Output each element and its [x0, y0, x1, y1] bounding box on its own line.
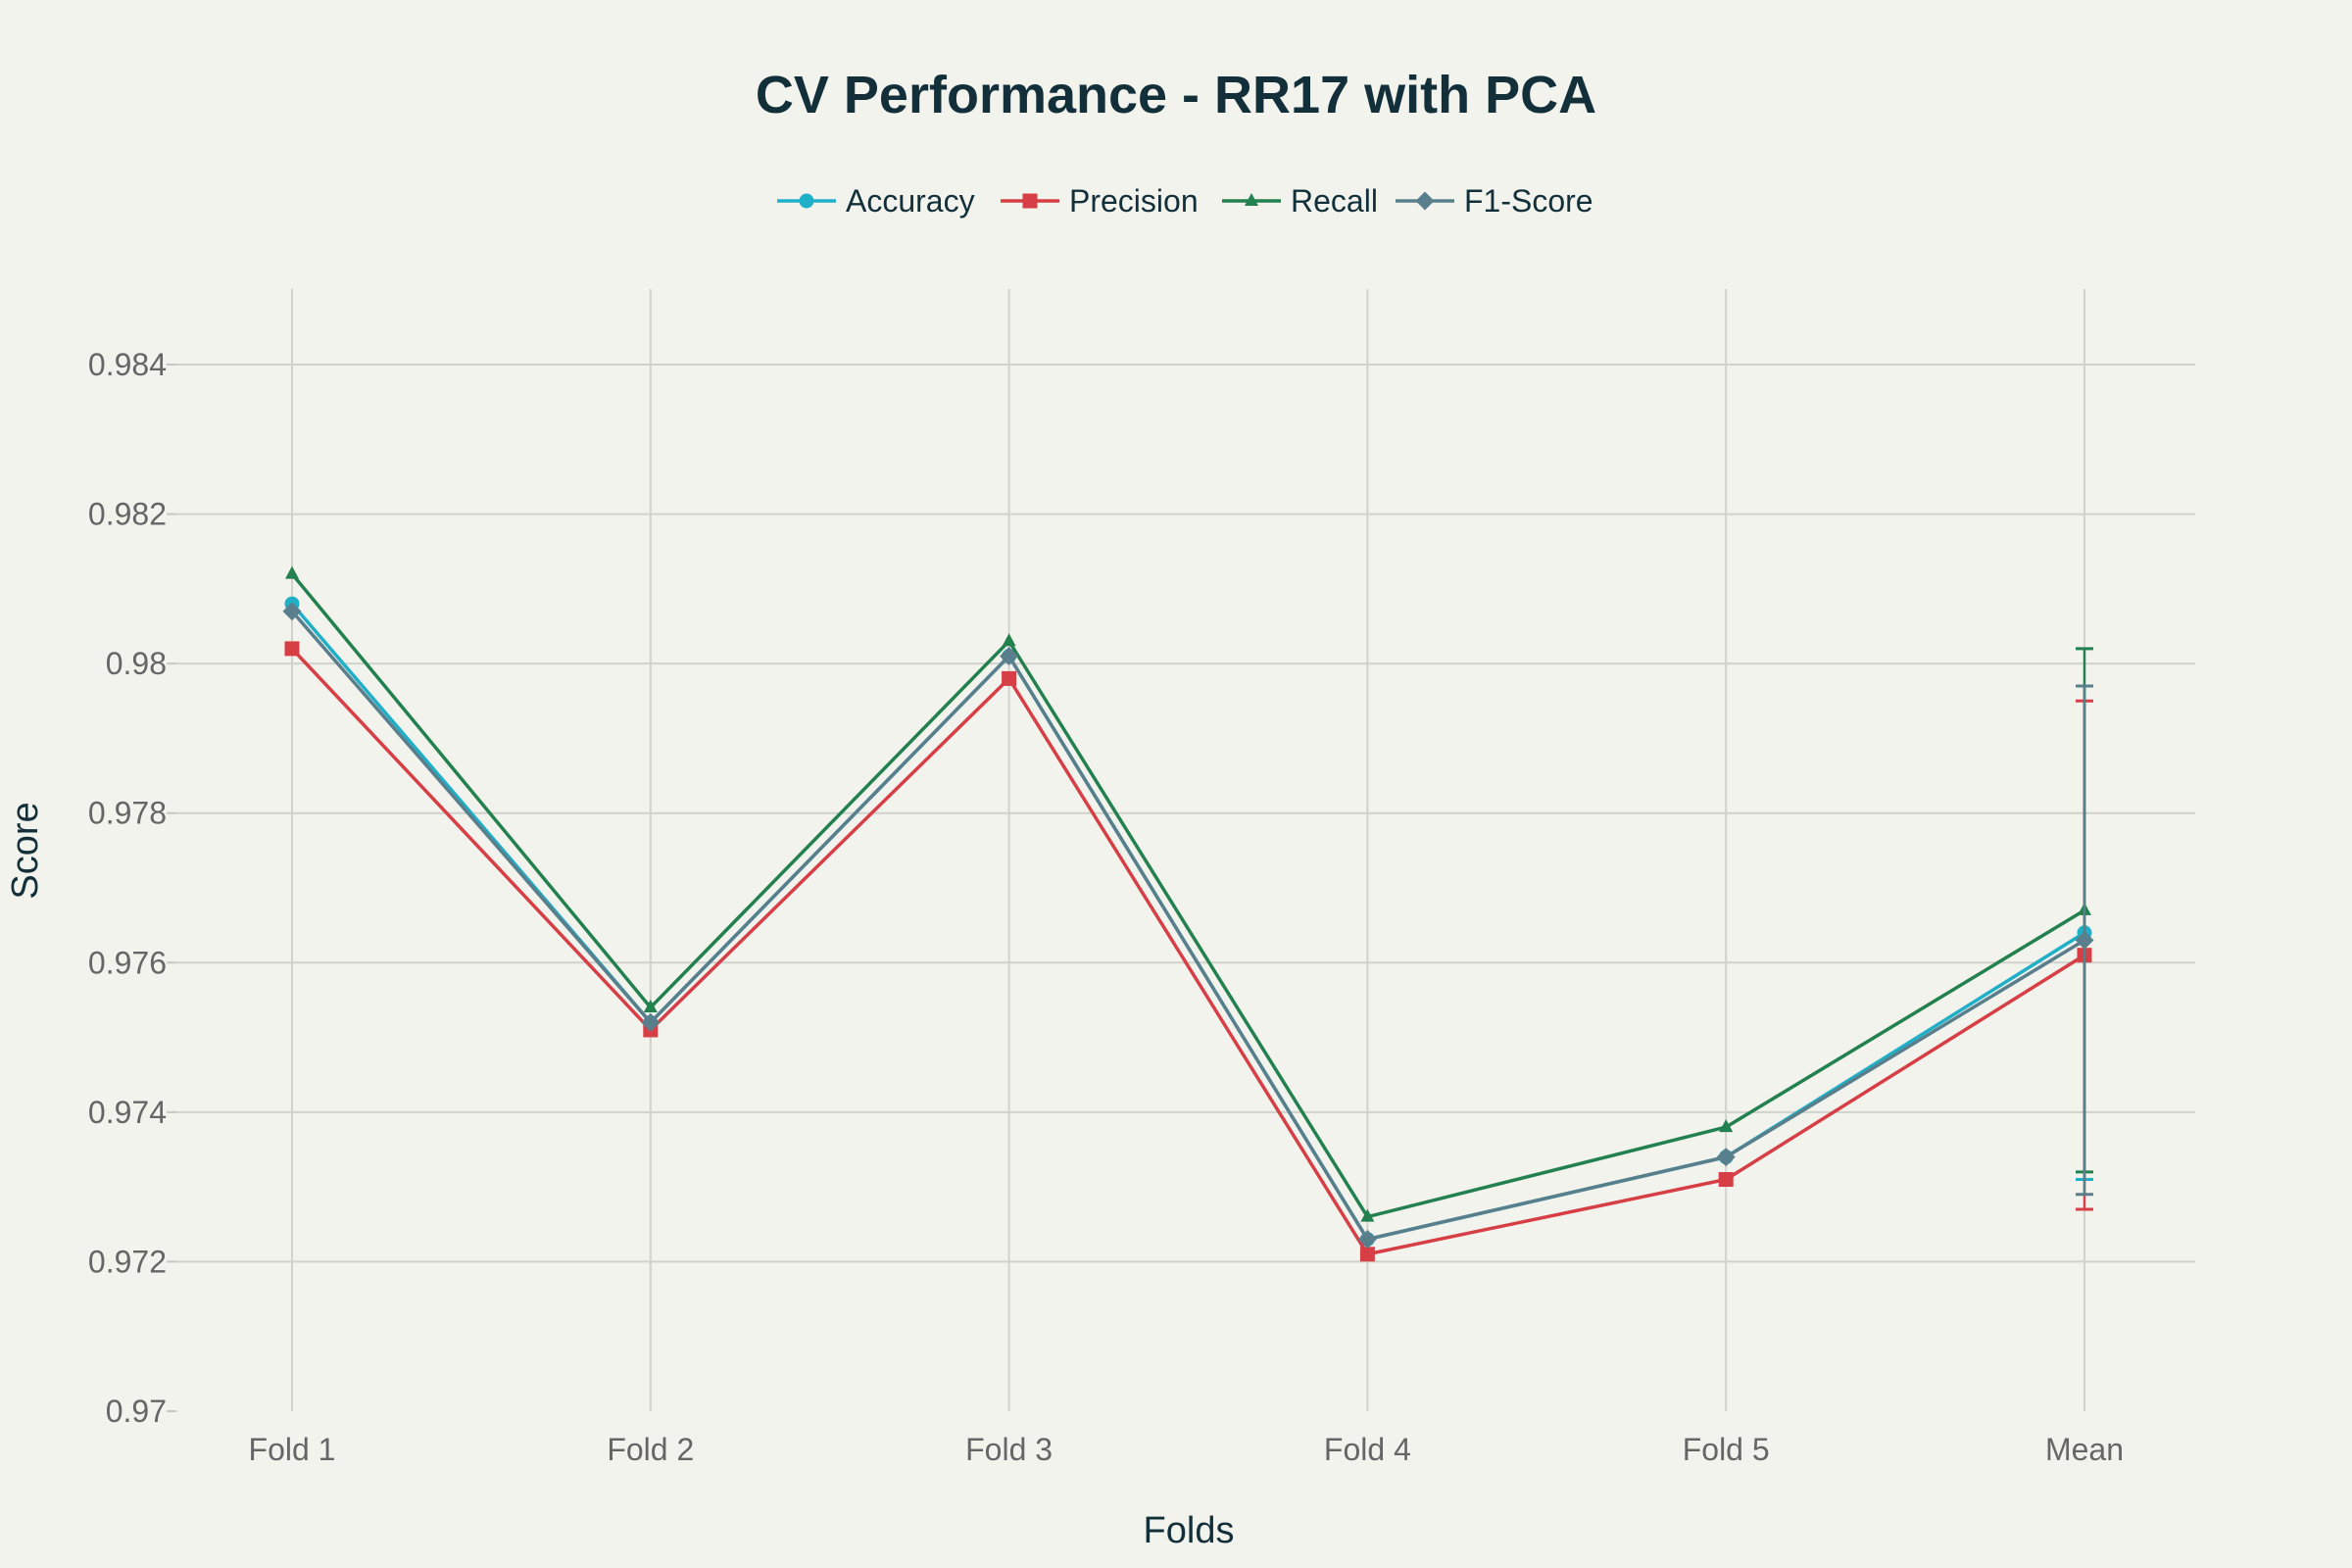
data-point [1002, 633, 1016, 647]
x-tick-label: Mean [2045, 1432, 2124, 1467]
x-tick-label: Fold 4 [1324, 1432, 1411, 1467]
x-tick-label: Fold 1 [249, 1432, 336, 1467]
series-line [290, 572, 2085, 1219]
x-tick-label: Fold 2 [607, 1432, 694, 1467]
series-accuracy [284, 596, 2093, 1248]
data-point [285, 565, 299, 579]
y-tick-label: 0.982 [88, 497, 167, 532]
series-line [290, 647, 2085, 1256]
y-tick-label: 0.978 [88, 796, 167, 831]
legend-marker [799, 193, 814, 209]
legend-label: F1-Score [1464, 183, 1593, 219]
legend-label: Accuracy [846, 183, 975, 219]
legend-item-precision[interactable]: Precision [1001, 183, 1199, 219]
x-tick-label: Fold 5 [1683, 1432, 1770, 1467]
y-axis-title: Score [5, 802, 46, 899]
legend-marker [1415, 191, 1435, 211]
data-point [1002, 670, 1017, 686]
legend-label: Recall [1291, 183, 1378, 219]
y-axis-ticks: 0.97 0.972 0.974 0.976 0.978 0.98 0.982 0.984 [88, 347, 167, 1429]
y-tick-label: 0.98 [106, 646, 167, 681]
legend: Accuracy Precision Recall F1-Score [777, 183, 1593, 219]
data-point [1718, 1172, 1734, 1188]
grid [167, 289, 2195, 1412]
line-chart: CV Performance - RR17 with PCA Accuracy P… [5, 66, 2195, 1551]
legend-item-f1-score[interactable]: F1-Score [1396, 183, 1593, 219]
y-tick-label: 0.97 [106, 1394, 167, 1429]
chart-root: CV Performance - RR17 with PCA Accuracy P… [0, 0, 2352, 1568]
legend-item-accuracy[interactable]: Accuracy [777, 183, 975, 219]
legend-marker [1022, 193, 1038, 209]
y-tick-label: 0.984 [88, 347, 167, 382]
x-axis-title: Folds [1144, 1510, 1235, 1551]
series-line [290, 610, 2085, 1242]
y-tick-label: 0.974 [88, 1095, 167, 1130]
series-layer [282, 565, 2094, 1262]
chart-title: CV Performance - RR17 with PCA [756, 66, 1596, 124]
y-tick-label: 0.972 [88, 1244, 167, 1279]
y-tick-label: 0.976 [88, 945, 167, 980]
legend-item-recall[interactable]: Recall [1222, 183, 1378, 219]
x-axis-ticks: Fold 1 Fold 2 Fold 3 Fold 4 Fold 5 Mean [249, 1432, 2124, 1467]
legend-label: Precision [1069, 183, 1199, 219]
data-point [1359, 1247, 1375, 1262]
x-tick-label: Fold 3 [965, 1432, 1053, 1467]
data-point [284, 641, 300, 657]
data-point [1716, 1148, 1736, 1167]
